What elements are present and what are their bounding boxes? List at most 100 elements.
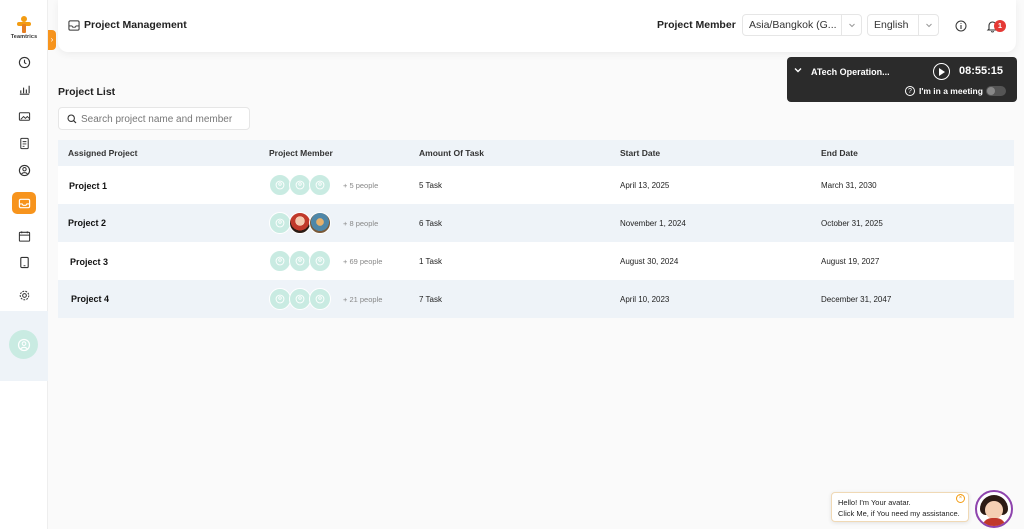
- time-tracker-widget: ATech Operation... 08:55:15 ? I'm in a m…: [787, 57, 1017, 102]
- sidebar-item-analytics[interactable]: [12, 78, 36, 100]
- end-date: March 31, 2030: [821, 181, 877, 190]
- start-date: August 30, 2024: [620, 257, 679, 266]
- search-icon: [67, 114, 77, 124]
- close-icon[interactable]: ×: [956, 494, 965, 503]
- member-avatars[interactable]: [269, 174, 331, 196]
- start-date: April 13, 2025: [620, 181, 670, 190]
- member-avatar: [269, 288, 291, 310]
- col-end-date: End Date: [821, 148, 858, 158]
- sidebar-item-settings[interactable]: [12, 284, 36, 306]
- table-row[interactable]: Project 3 + 69 people 1 Task August 30, …: [58, 242, 1014, 280]
- user-icon: [295, 294, 305, 304]
- document-icon: [19, 137, 29, 149]
- sidebar-item-profile[interactable]: [12, 159, 36, 181]
- project-name[interactable]: Project 4: [71, 294, 109, 304]
- member-photo-avatar: [289, 212, 311, 234]
- meeting-label: I'm in a meeting: [919, 86, 983, 96]
- end-date: December 31, 2047: [821, 295, 892, 304]
- sidebar-item-tablet[interactable]: [12, 251, 36, 273]
- search-box: [58, 107, 250, 130]
- member-avatar: [309, 288, 331, 310]
- project-name[interactable]: Project 1: [69, 181, 107, 191]
- task-count: 5 Task: [419, 181, 442, 190]
- user-icon: [275, 256, 285, 266]
- sidebar: Teamtrics: [0, 0, 48, 529]
- user-icon: [275, 218, 285, 228]
- assistant-bubble[interactable]: Hello! I'm Your avatar. Click Me, if You…: [831, 492, 969, 522]
- table-row[interactable]: Project 2 + 8 people 6 Task November 1, …: [58, 204, 1014, 242]
- col-assigned-project: Assigned Project: [68, 148, 138, 158]
- language-select[interactable]: English: [867, 14, 939, 36]
- member-avatar: [309, 250, 331, 272]
- table-row[interactable]: Project 1 + 5 people 5 Task April 13, 20…: [58, 166, 1014, 204]
- top-header: Project Management Project Member Asia/B…: [58, 0, 1016, 52]
- table-row[interactable]: Project 4 + 21 people 7 Task April 10, 2…: [58, 280, 1014, 318]
- user-icon: [315, 256, 325, 266]
- assistant-avatar[interactable]: [975, 490, 1013, 528]
- project-name[interactable]: Project 3: [70, 257, 108, 267]
- inbox-icon: [18, 198, 30, 208]
- search-input[interactable]: [81, 111, 245, 127]
- timer-display: 08:55:15: [959, 65, 1004, 77]
- brand-name: Teamtrics: [10, 34, 38, 40]
- sidebar-item-projects[interactable]: [12, 192, 36, 214]
- col-project-member: Project Member: [269, 148, 333, 158]
- language-value: English: [874, 19, 909, 31]
- sidebar-user-area: [0, 311, 48, 381]
- task-count: 6 Task: [419, 219, 442, 228]
- info-icon[interactable]: [955, 20, 967, 32]
- member-avatar: [309, 174, 331, 196]
- more-members: + 69 people: [343, 257, 383, 266]
- member-photo-avatar: [309, 212, 331, 234]
- chevron-down-icon: [848, 23, 855, 28]
- more-members: + 5 people: [343, 181, 379, 190]
- play-icon[interactable]: [933, 63, 950, 80]
- user-icon: [315, 180, 325, 190]
- project-member-link[interactable]: Project Member: [657, 19, 736, 31]
- brand-logo[interactable]: Teamtrics: [6, 16, 42, 40]
- sidebar-collapse-toggle[interactable]: ›: [48, 30, 56, 50]
- more-members: + 8 people: [343, 219, 379, 228]
- assistant-prompt: Click Me, if You need my assistance.: [838, 509, 960, 518]
- page-title: Project Management: [84, 19, 187, 31]
- sidebar-item-screenshots[interactable]: [12, 105, 36, 127]
- sidebar-item-reports[interactable]: [12, 132, 36, 154]
- member-avatars[interactable]: [269, 212, 331, 234]
- more-members: + 21 people: [343, 295, 383, 304]
- inbox-icon: [68, 20, 80, 31]
- section-title: Project List: [58, 86, 116, 98]
- sidebar-item-timer[interactable]: [12, 51, 36, 73]
- chevron-down-icon[interactable]: [793, 65, 803, 75]
- calendar-icon: [18, 230, 30, 242]
- chart-icon: [19, 85, 30, 95]
- help-icon[interactable]: ?: [905, 86, 915, 96]
- member-avatar: [289, 250, 311, 272]
- member-avatars[interactable]: [269, 250, 331, 272]
- user-icon: [17, 338, 30, 351]
- col-amount-of-task: Amount Of Task: [419, 148, 485, 158]
- user-icon: [295, 256, 305, 266]
- user-circle-icon: [18, 164, 30, 176]
- sidebar-item-calendar[interactable]: [12, 225, 36, 247]
- chevron-down-icon: [925, 23, 932, 28]
- active-project-name[interactable]: ATech Operation...: [811, 67, 890, 77]
- gear-icon: [19, 290, 29, 300]
- user-icon: [295, 180, 305, 190]
- user-icon: [275, 180, 285, 190]
- timezone-value: Asia/Bangkok (G...: [749, 19, 837, 31]
- member-avatar: [269, 174, 291, 196]
- member-avatar: [269, 212, 291, 234]
- user-avatar[interactable]: [9, 330, 38, 359]
- member-avatar: [269, 250, 291, 272]
- project-name[interactable]: Project 2: [68, 218, 106, 228]
- member-avatars[interactable]: [269, 288, 331, 310]
- tablet-icon: [19, 256, 29, 268]
- image-icon: [18, 111, 30, 121]
- projects-table: Assigned Project Project Member Amount O…: [58, 140, 1014, 318]
- end-date: October 31, 2025: [821, 219, 883, 228]
- timezone-select[interactable]: Asia/Bangkok (G...: [742, 14, 862, 36]
- task-count: 1 Task: [419, 257, 442, 266]
- user-icon: [275, 294, 285, 304]
- meeting-toggle[interactable]: [986, 86, 1006, 96]
- start-date: November 1, 2024: [620, 219, 686, 228]
